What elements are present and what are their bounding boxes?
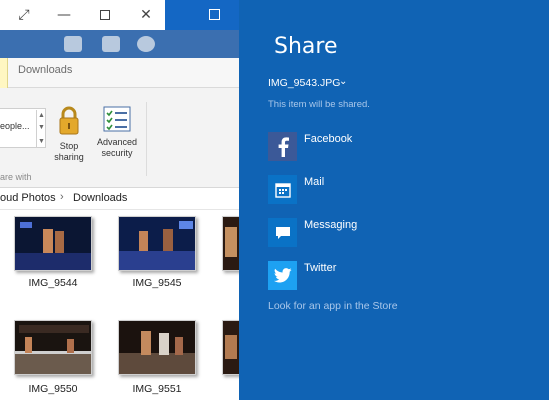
share-app-twitter[interactable]: Twitter [268,261,528,291]
tab-share-active[interactable] [0,58,8,88]
ribbon-tabs: Downloads [0,58,239,88]
share-app-label: Facebook [304,133,353,145]
file-explorer-window: ⤢ — ✕ Downloads eople... ▲ ▼ ▼ are with [0,0,239,400]
file-name-label[interactable]: IMG_9544 [14,277,92,289]
file-thumbnail[interactable] [118,320,196,375]
group-label-share-with: are with [0,172,32,182]
chevron-right-icon[interactable]: › [60,191,64,203]
store-link[interactable]: Look for an app in the Store [268,300,398,312]
share-app-label: Twitter [304,262,337,274]
chevron-down-icon[interactable]: ⌄ [339,76,347,87]
maximize-button[interactable] [85,0,125,30]
share-app-messaging[interactable]: Messaging [268,218,528,248]
share-app-facebook[interactable]: Facebook [268,132,528,162]
share-app-mail[interactable]: Mail [268,175,528,205]
share-app-label: Messaging [304,219,358,231]
file-name-label[interactable]: IMG_9551 [118,383,196,395]
stop-sharing-label: Stop sharing [54,141,84,162]
explorer-navbar [0,30,239,58]
file-thumbnail[interactable] [14,320,92,375]
people-list-text: eople... [0,121,30,131]
scroll-up-icon[interactable]: ▲ [38,112,45,119]
tab-downloads[interactable]: Downloads [18,64,72,76]
people-list-scroll[interactable]: ▲ ▼ ▼ [36,110,46,148]
maximize-icon [209,9,220,20]
advanced-security-label: Advanced security [96,137,138,158]
ribbon-divider [146,102,147,176]
mail-icon [268,175,297,204]
file-list: IMG_9544 IMG_9545 IMG_9550 IMG_9551 [0,210,239,400]
expand-icon[interactable]: ▼ [38,138,45,145]
shared-file-selector[interactable]: IMG_9543.JPG [268,77,340,89]
advanced-security-button[interactable]: Advanced security [93,106,141,159]
lock-icon [59,106,79,135]
messaging-icon [268,218,297,247]
file-thumbnail[interactable] [222,216,239,271]
scroll-down-icon[interactable]: ▼ [38,124,45,131]
ribbon-share-panel: eople... ▲ ▼ ▼ are with Stop sharing Adv… [0,88,239,188]
stop-sharing-button[interactable]: Stop sharing [50,106,88,163]
file-name-label[interactable]: IMG_9545 [118,277,196,289]
share-note: This item will be shared. [268,99,370,110]
minimize-button[interactable]: — [44,0,84,30]
close-button[interactable]: ✕ [126,0,166,30]
facebook-icon [268,132,297,161]
file-thumbnail[interactable] [118,216,196,271]
chat-icon[interactable] [102,36,120,52]
breadcrumb-downloads[interactable]: Downloads [73,192,127,204]
breadcrumb-cloud-photos[interactable]: oud Photos [0,192,56,204]
globe-icon[interactable] [137,36,155,52]
share-app-label: Mail [304,176,325,188]
share-pane: Share IMG_9543.JPG ⌄ This item will be s… [239,0,549,400]
file-thumbnail[interactable] [14,216,92,271]
people-icon[interactable] [64,36,82,52]
security-checklist-icon [103,106,131,132]
breadcrumb[interactable]: oud Photos › Downloads [0,188,239,210]
share-title: Share [274,34,338,59]
twitter-icon [268,261,297,290]
file-thumbnail[interactable] [222,320,239,375]
file-name-label[interactable]: IMG_9550 [14,383,92,395]
resize-icon[interactable]: ⤢ [4,0,44,30]
